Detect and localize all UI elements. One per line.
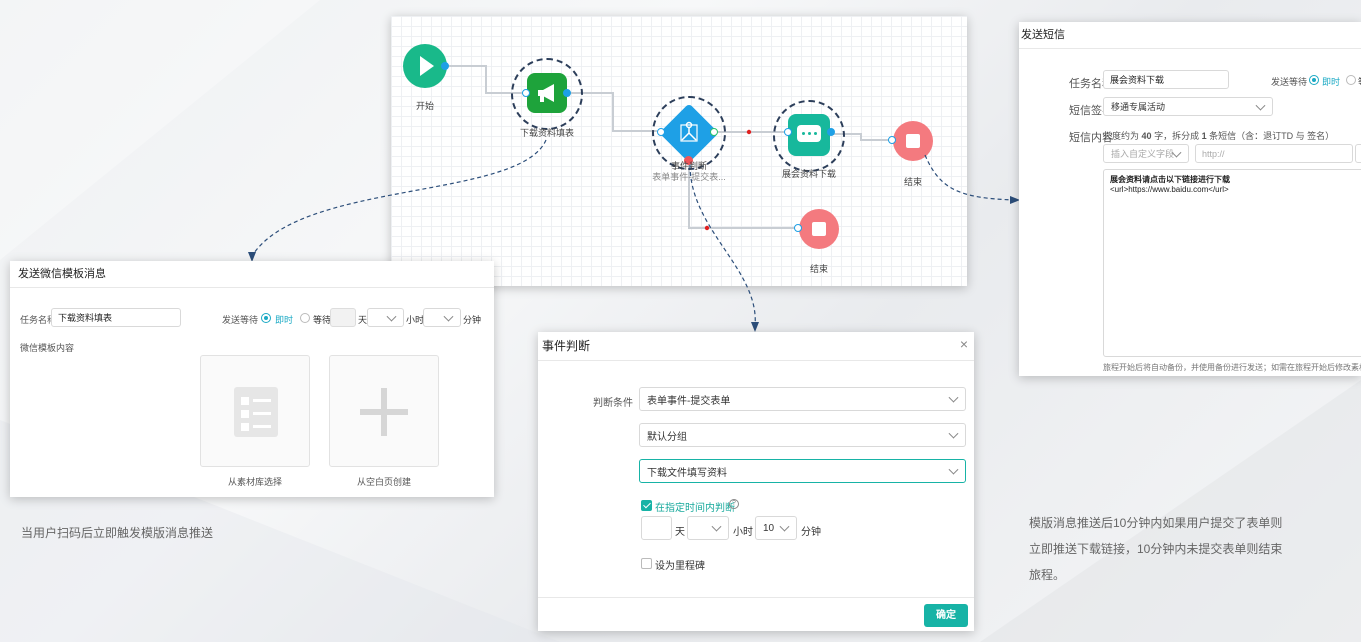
sms-panel-title: 发送短信 — [1019, 22, 1361, 49]
wechat-minute-select[interactable] — [423, 308, 461, 327]
sms-node[interactable] — [788, 114, 830, 156]
event-hour-select[interactable] — [687, 516, 729, 540]
event-minute-select[interactable]: 10 — [755, 516, 797, 540]
right-caption-line: 旅程。 — [1029, 568, 1066, 582]
sms-in-port[interactable] — [784, 128, 792, 136]
sms-sign-select[interactable]: 移通专属活动 — [1103, 97, 1273, 116]
within-time-checkbox[interactable] — [641, 500, 652, 511]
chat-icon — [797, 125, 821, 142]
choose-library-label: 从素材库选择 — [227, 477, 282, 487]
wechat-send-wait-label: 发送等待 — [222, 315, 259, 325]
event-condition-value: 表单事件-提交表单 — [647, 395, 731, 407]
sms-node-label: 展会资料下载 — [781, 169, 836, 179]
play-icon — [420, 56, 434, 76]
event-condition-label: 判断条件 — [593, 398, 633, 409]
sms-footer-note: 旅程开始后将自动备份，并使用备份进行发送；如需在旅程开始后修改素材，请先 — [1103, 363, 1361, 372]
sms-url-input[interactable]: http:// — [1195, 144, 1353, 163]
wechat-wait-label: 等待 — [313, 315, 332, 325]
wechat-in-port[interactable] — [522, 89, 530, 97]
event-group-select[interactable]: 默认分组 — [639, 423, 966, 447]
create-blank-label: 从空白页创建 — [356, 477, 411, 487]
milestone-label: 设为里程碑 — [655, 561, 705, 572]
flow-canvas: 开始 下载资料填表 事件判断 表单事件-提交表... 展会资料下载 结束 结束 — [391, 16, 967, 286]
event-panel: 事件判断 × 判断条件 表单事件-提交表单 默认分组 下载文件填写资料 在指定时… — [538, 332, 974, 631]
sms-insert-field-select[interactable]: 插入自定义字段 — [1103, 144, 1189, 163]
sms-out-port[interactable] — [827, 128, 835, 136]
wechat-out-port[interactable] — [563, 89, 571, 97]
sms-wait-radio[interactable] — [1346, 75, 1356, 85]
wechat-instant-label: 即时 — [275, 315, 294, 325]
close-icon[interactable]: × — [960, 336, 968, 352]
end2-in-port[interactable] — [794, 224, 802, 232]
wechat-panel: 发送微信模板消息 任务名称 下载资料填表 发送等待 即时 等待 天 小时 分钟 … — [10, 261, 494, 497]
wechat-day-input[interactable] — [330, 308, 356, 327]
stop-icon — [812, 222, 826, 236]
wechat-wait-radio[interactable] — [300, 313, 310, 323]
help-icon: ? — [729, 499, 739, 509]
event-condition-select[interactable]: 表单事件-提交表单 — [639, 387, 966, 411]
sms-content-line: 展会资料请点击以下链接进行下载 — [1110, 175, 1230, 184]
branch-icon — [680, 121, 698, 142]
footer-divider — [538, 597, 974, 598]
event-hour-label: 小时 — [733, 527, 753, 538]
event-group-value: 默认分组 — [647, 431, 687, 443]
choose-library-card[interactable] — [200, 355, 310, 467]
confirm-button[interactable]: 确定 — [924, 604, 968, 627]
end-label-1: 结束 — [903, 177, 922, 187]
event-node-sub: 表单事件-提交表... — [652, 172, 726, 182]
wechat-day-label: 天 — [358, 315, 368, 325]
event-minute-value: 10 — [763, 522, 775, 534]
end-label-2: 结束 — [809, 264, 828, 274]
document-icon — [234, 387, 278, 437]
left-caption: 当用户扫码后立即触发模版消息推送 — [21, 526, 214, 540]
sms-panel: 发送短信 任务名称 展会资料下载 发送等待 即时 等 短信签名 移通专属活动 短… — [1019, 22, 1361, 376]
wechat-node-label: 下载资料填表 — [519, 128, 574, 138]
right-caption-line: 模版消息推送后10分钟内如果用户提交了表单则 — [1029, 516, 1283, 530]
within-time-label: 在指定时间内判断 — [655, 503, 735, 514]
wechat-panel-title: 发送微信模板消息 — [10, 261, 494, 288]
wechat-template-label: 微信模板内容 — [20, 343, 75, 353]
start-label: 开始 — [415, 101, 434, 111]
event-minute-label: 分钟 — [801, 527, 821, 538]
wechat-hour-select[interactable] — [367, 308, 404, 327]
stop-icon — [906, 134, 920, 148]
wechat-template-node[interactable] — [527, 73, 567, 113]
sms-task-name-input[interactable]: 展会资料下载 — [1103, 70, 1229, 89]
milestone-checkbox[interactable] — [641, 558, 652, 569]
sms-instant-label: 即时 — [1322, 77, 1341, 87]
sms-sign-value: 移通专属活动 — [1111, 102, 1166, 112]
event-day-input[interactable] — [641, 516, 672, 540]
sms-insert-button[interactable] — [1355, 144, 1361, 163]
sms-content-textarea[interactable]: 展会资料请点击以下链接进行下载 <url>https://www.baidu.c… — [1103, 169, 1361, 357]
create-blank-card[interactable] — [329, 355, 439, 467]
wechat-minute-label: 分钟 — [463, 315, 482, 325]
background-shape — [0, 0, 320, 260]
start-out-port[interactable] — [441, 62, 449, 70]
wechat-instant-radio[interactable] — [261, 313, 271, 323]
event-form-select[interactable]: 下载文件填写资料 — [639, 459, 966, 483]
wechat-task-name-input[interactable]: 下载资料填表 — [51, 308, 181, 327]
megaphone-icon — [538, 84, 554, 102]
right-caption: 模版消息推送后10分钟内如果用户提交了表单则 立即推送下载链接，10分钟内未提交… — [1029, 510, 1349, 588]
sms-content-hint: 长度约为 40 字，拆分成 1 条短信（含：退订TD 与 签名） — [1103, 131, 1335, 141]
wechat-hour-label: 小时 — [406, 315, 425, 325]
sms-insert-field-placeholder: 插入自定义字段 — [1111, 149, 1175, 159]
sms-content-line: <url>https://www.baidu.com</url> — [1110, 185, 1229, 194]
sms-instant-radio[interactable] — [1309, 75, 1319, 85]
event-day-label: 天 — [675, 527, 685, 538]
sms-send-wait-label: 发送等待 — [1271, 77, 1308, 87]
end-node-2[interactable] — [799, 209, 839, 249]
event-in-port[interactable] — [657, 128, 665, 136]
right-caption-line: 立即推送下载链接，10分钟内未提交表单则结束 — [1029, 542, 1283, 556]
event-form-value: 下载文件填写资料 — [647, 467, 727, 479]
event-panel-title: 事件判断 — [538, 332, 974, 361]
end1-in-port[interactable] — [888, 136, 896, 144]
event-yes-port[interactable] — [710, 128, 718, 136]
end-node-1[interactable] — [893, 121, 933, 161]
